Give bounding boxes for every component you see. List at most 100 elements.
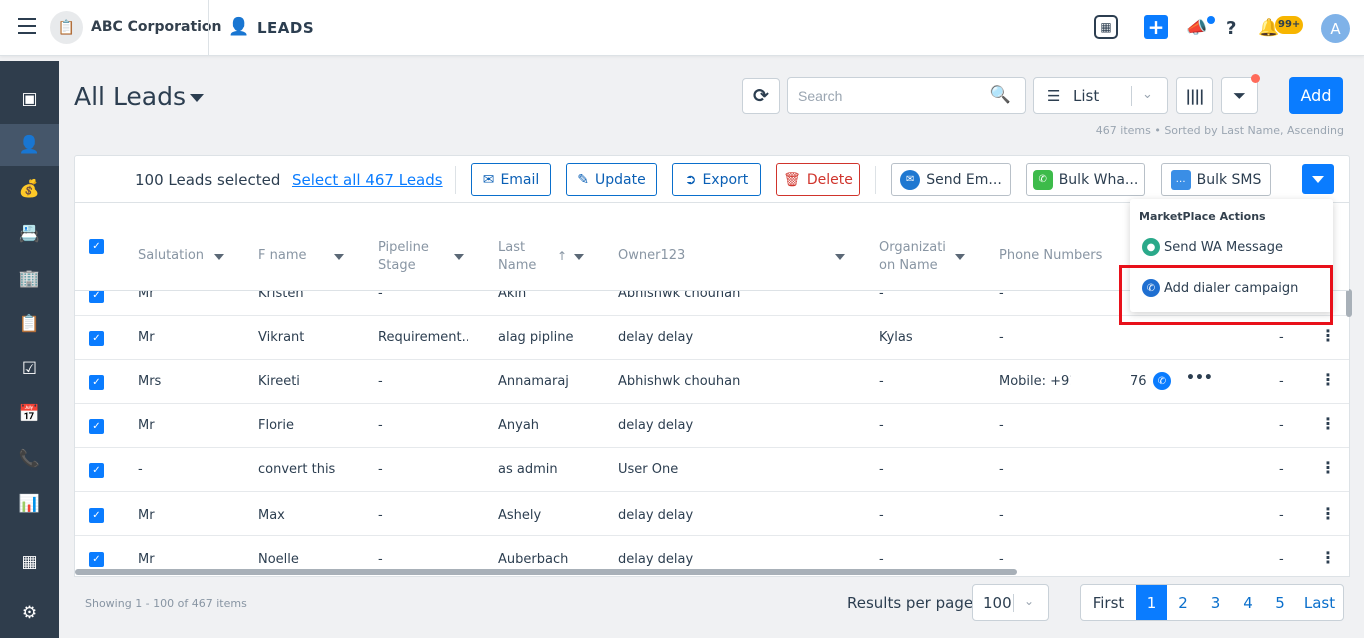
email-button[interactable]: ✉ Email bbox=[471, 163, 551, 196]
dashboard-icon[interactable]: ▣ bbox=[0, 78, 59, 120]
column-menu-caret-icon[interactable] bbox=[214, 254, 224, 260]
quotation-clipboard-icon[interactable]: 📋 bbox=[0, 303, 59, 345]
delete-button[interactable]: 🗑 Delete bbox=[776, 163, 860, 196]
cell-lastname[interactable]: as admin bbox=[498, 462, 558, 477]
column-header-salutation[interactable]: Salutation bbox=[138, 247, 204, 265]
page-5[interactable]: 5 bbox=[1264, 585, 1296, 620]
cell-fname[interactable]: Kireeti bbox=[258, 374, 300, 389]
settings-gear-icon[interactable]: ⚙ bbox=[0, 592, 59, 634]
row-checkbox[interactable]: ✓ bbox=[89, 463, 104, 478]
menu-item-add-dialer-campaign[interactable]: ✆ Add dialer campaign bbox=[1142, 277, 1298, 299]
row-kebab-menu-icon[interactable]: ⋮ bbox=[1320, 460, 1336, 476]
column-menu-caret-icon[interactable] bbox=[454, 254, 464, 260]
cell-fname[interactable]: convert this bbox=[258, 462, 335, 477]
refresh-button[interactable]: ⟳ bbox=[742, 78, 780, 114]
page-4[interactable]: 4 bbox=[1232, 585, 1264, 620]
table-row[interactable]: ✓ Mr Florie - Anyah delay delay - - - ⋮ bbox=[75, 404, 1349, 448]
more-actions-button[interactable] bbox=[1302, 164, 1334, 194]
filter-button[interactable]: ⏷ bbox=[1221, 77, 1258, 114]
page-last[interactable]: Last bbox=[1296, 585, 1343, 620]
apps-grid-icon[interactable]: ▦ bbox=[1094, 15, 1118, 39]
page-title[interactable]: All Leads bbox=[74, 82, 186, 111]
row-checkbox[interactable]: ✓ bbox=[89, 375, 104, 390]
page-first[interactable]: First bbox=[1081, 585, 1136, 620]
search-input[interactable] bbox=[798, 86, 988, 106]
page-1[interactable]: 1 bbox=[1136, 585, 1167, 620]
cell-fname[interactable]: Noelle bbox=[258, 552, 299, 567]
deal-bag-icon[interactable]: 💰 bbox=[0, 168, 59, 210]
select-all-link[interactable]: Select all 467 Leads bbox=[292, 171, 443, 189]
cell-lastname[interactable]: alag pipline bbox=[498, 330, 574, 345]
column-header-fname[interactable]: F name bbox=[258, 247, 306, 265]
columns-button[interactable]: |||| bbox=[1176, 77, 1213, 114]
column-header-owner[interactable]: Owner123 bbox=[618, 247, 685, 265]
phone-call-icon[interactable]: ✆ bbox=[1153, 372, 1171, 390]
update-button[interactable]: ✎ Update bbox=[566, 163, 657, 196]
row-kebab-menu-icon[interactable]: ⋮ bbox=[1320, 328, 1336, 344]
cell-org: - bbox=[879, 418, 884, 433]
row-kebab-menu-icon[interactable]: ⋮ bbox=[1320, 550, 1336, 566]
quick-add-button[interactable]: + bbox=[1144, 15, 1168, 39]
cell-fname[interactable]: Vikrant bbox=[258, 330, 304, 345]
cell-lastname[interactable]: Ashely bbox=[498, 508, 541, 523]
column-menu-caret-icon[interactable] bbox=[955, 254, 965, 260]
horizontal-scrollbar[interactable] bbox=[75, 569, 1017, 575]
items-info: 467 items • Sorted by Last Name, Ascendi… bbox=[1095, 124, 1344, 137]
table-row[interactable]: ✓ Mr Vikrant Requirement... alag pipline… bbox=[75, 316, 1349, 360]
table-row[interactable]: ✓ Mrs Kireeti - Annamaraj Abhishwk chouh… bbox=[75, 360, 1349, 404]
column-menu-caret-icon[interactable] bbox=[334, 254, 344, 260]
apps-grid-icon[interactable]: ▦ bbox=[0, 541, 59, 583]
avatar[interactable]: A bbox=[1321, 14, 1350, 43]
search-box[interactable]: 🔍 bbox=[787, 77, 1026, 114]
row-checkbox[interactable]: ✓ bbox=[89, 508, 104, 523]
table-row[interactable]: ✓ - convert this - as admin User One - -… bbox=[75, 448, 1349, 492]
lead-person-icon[interactable]: 👤 bbox=[0, 124, 59, 166]
cell-lastname[interactable]: Anyah bbox=[498, 418, 539, 433]
contact-card-icon[interactable]: 📇 bbox=[0, 213, 59, 255]
company-building-icon[interactable]: 🏢 bbox=[0, 258, 59, 300]
cell-fname[interactable]: Florie bbox=[258, 418, 294, 433]
chevron-down-icon[interactable]: ⌄ bbox=[1142, 87, 1153, 102]
row-kebab-menu-icon[interactable]: ⋮ bbox=[1320, 416, 1336, 432]
menu-item-send-wa-message[interactable]: ● Send WA Message bbox=[1142, 236, 1283, 258]
export-button[interactable]: ➲ Export bbox=[672, 163, 761, 196]
column-menu-caret-icon[interactable] bbox=[835, 254, 845, 260]
cell-fname[interactable]: Max bbox=[258, 508, 285, 523]
row-checkbox[interactable]: ✓ bbox=[89, 552, 104, 567]
column-header-phone-numbers[interactable]: Phone Numbers bbox=[999, 247, 1102, 265]
column-header-last-name[interactable]: Last Name bbox=[498, 239, 548, 275]
call-log-icon[interactable]: 📞 bbox=[0, 438, 59, 480]
task-check-icon[interactable]: ☑ bbox=[0, 348, 59, 390]
chevron-down-icon[interactable]: ⌄ bbox=[1024, 594, 1034, 608]
help-icon[interactable]: ? bbox=[1226, 15, 1236, 41]
more-horizontal-icon[interactable]: ••• bbox=[1186, 370, 1213, 386]
bulk-sms-button[interactable]: … Bulk SMS bbox=[1161, 163, 1271, 196]
sort-ascending-icon[interactable]: ↑ bbox=[557, 247, 567, 265]
send-email-button[interactable]: ✉ Send Em... bbox=[891, 163, 1011, 196]
search-icon[interactable]: 🔍 bbox=[990, 85, 1011, 105]
column-menu-caret-icon[interactable] bbox=[574, 254, 584, 260]
view-select[interactable]: ☰ List ⌄ bbox=[1033, 77, 1168, 114]
results-per-page-select[interactable]: 100 ⌄ bbox=[972, 584, 1049, 621]
add-button[interactable]: Add bbox=[1289, 77, 1343, 114]
view-switch-caret-icon[interactable] bbox=[190, 94, 204, 102]
row-checkbox[interactable]: ✓ bbox=[89, 419, 104, 434]
cell-lastname[interactable]: Annamaraj bbox=[498, 374, 569, 389]
pagination: First 1 2 3 4 5 Last bbox=[1080, 584, 1344, 621]
row-kebab-menu-icon[interactable]: ⋮ bbox=[1320, 372, 1336, 388]
select-all-checkbox[interactable]: ✓ bbox=[89, 239, 104, 254]
page-2[interactable]: 2 bbox=[1167, 585, 1199, 620]
column-header-organization[interactable]: Organizati on Name bbox=[879, 239, 949, 275]
row-checkbox[interactable]: ✓ bbox=[89, 331, 104, 346]
bulk-whatsapp-button[interactable]: ✆ Bulk Wha... bbox=[1026, 163, 1145, 196]
cell-lastname[interactable]: Auberbach bbox=[498, 552, 568, 567]
calendar-icon[interactable]: 📅 bbox=[0, 393, 59, 435]
report-chart-icon[interactable]: 📊 bbox=[0, 483, 59, 525]
row-kebab-menu-icon[interactable]: ⋮ bbox=[1320, 506, 1336, 522]
table-row[interactable]: ✓ Mr Max - Ashely delay delay - - - ⋮ bbox=[75, 492, 1349, 536]
megaphone-icon[interactable]: 📣 bbox=[1186, 15, 1207, 41]
hamburger-menu-icon[interactable] bbox=[18, 18, 36, 34]
column-header-pipeline-stage[interactable]: Pipeline Stage bbox=[378, 239, 438, 275]
vertical-scroll-handle[interactable] bbox=[1346, 289, 1352, 317]
page-3[interactable]: 3 bbox=[1199, 585, 1232, 620]
